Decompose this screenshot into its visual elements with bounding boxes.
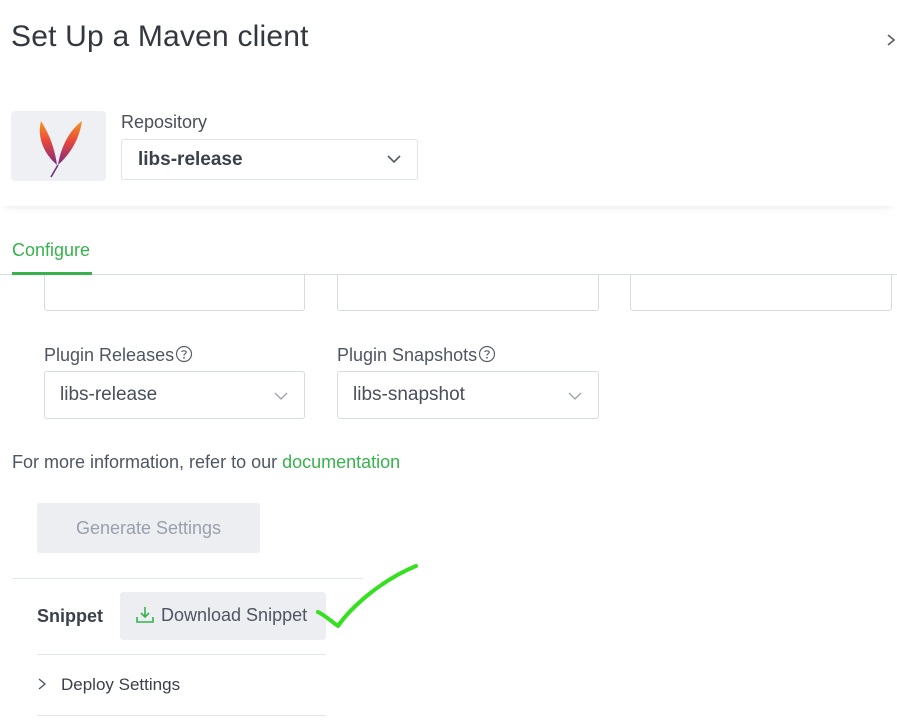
tab-configure[interactable]: Configure (12, 240, 90, 261)
download-snippet-button[interactable]: Download Snippet (120, 592, 326, 640)
configure-panel: libs-release libs-snapshot Plugin Releas… (12, 275, 897, 726)
repository-value: libs-release (138, 149, 243, 170)
plugin-snapshots-value: libs-snapshot (353, 384, 465, 405)
generate-settings-button[interactable]: Generate Settings (37, 503, 260, 553)
divider (37, 715, 326, 716)
plugin-releases-value: libs-release (60, 384, 158, 405)
maven-logo (11, 111, 106, 181)
close-icon[interactable] (884, 26, 897, 54)
releases-select[interactable]: libs-release (44, 275, 305, 311)
chevron-down-icon (568, 392, 582, 400)
checkmark-annotation-icon (316, 564, 418, 628)
snapshots-select[interactable]: libs-snapshot (337, 275, 599, 311)
help-icon[interactable] (478, 345, 496, 363)
download-snippet-label: Download Snippet (161, 605, 308, 625)
info-text: For more information, refer to our docum… (12, 452, 401, 472)
chevron-down-icon (274, 392, 288, 400)
apache-feather-icon (39, 121, 82, 178)
help-icon[interactable] (175, 345, 193, 363)
repository-label: Repository (121, 112, 208, 132)
snippet-label: Snippet (37, 606, 103, 626)
divider (12, 578, 363, 579)
third-field-select[interactable] (630, 275, 892, 311)
dialog-title: Set Up a Maven client (11, 20, 309, 53)
plugin-snapshots-label: Plugin Snapshots (337, 345, 496, 366)
deploy-settings-label: Deploy Settings (61, 675, 181, 694)
plugin-releases-label: Plugin Releases (44, 345, 193, 366)
repository-select[interactable]: libs-release (121, 139, 418, 180)
download-icon (136, 607, 154, 623)
documentation-link[interactable]: documentation (282, 452, 400, 472)
plugin-releases-select[interactable]: libs-release (44, 371, 305, 419)
chevron-right-icon (38, 678, 47, 690)
plugin-snapshots-select[interactable]: libs-snapshot (337, 371, 599, 419)
divider (37, 654, 326, 655)
chevron-down-icon (387, 155, 401, 164)
deploy-settings-toggle[interactable]: Deploy Settings (37, 675, 180, 695)
